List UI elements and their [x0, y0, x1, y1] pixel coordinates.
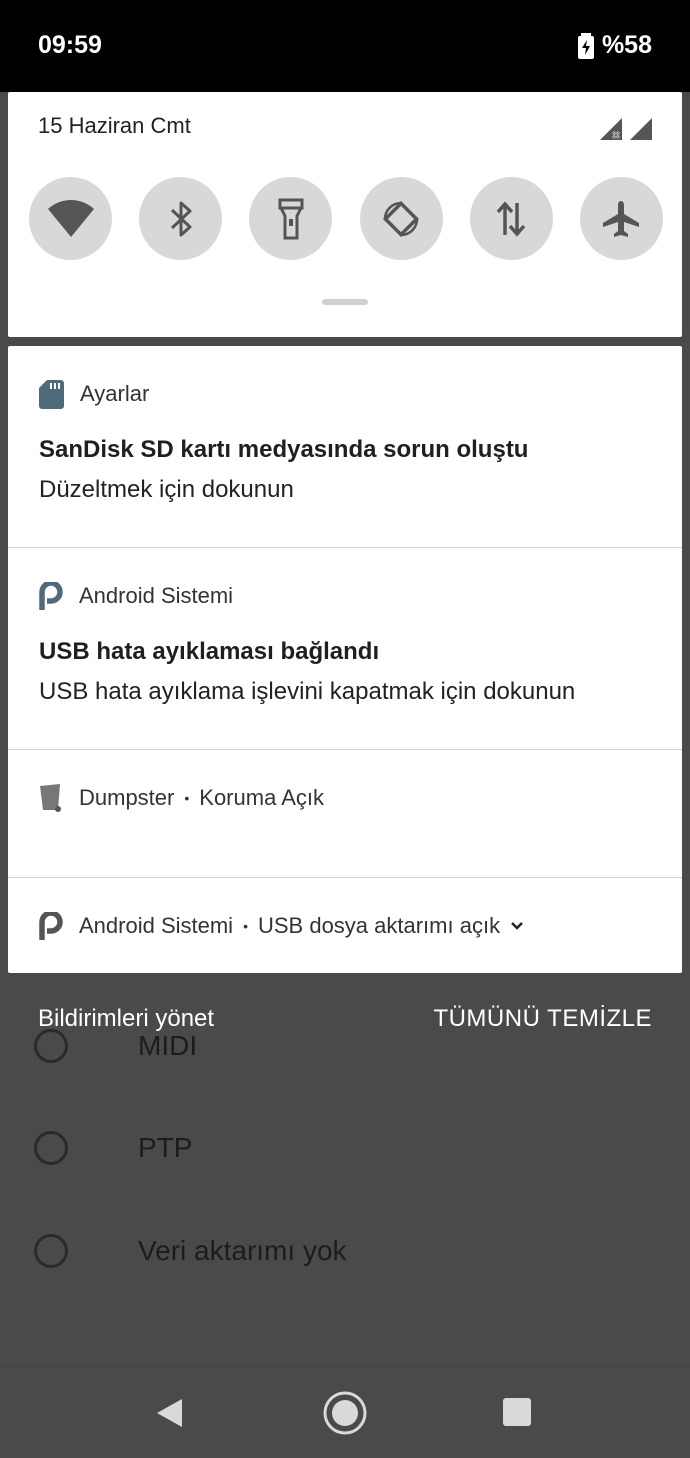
notification-usb-file-transfer[interactable]: Android Sistemi • USB dosya aktarımı açı… — [8, 878, 682, 973]
airplane-icon — [603, 200, 640, 237]
notification-footer: Bildirimleri yönet TÜMÜNÜ TEMİZLE — [38, 1005, 652, 1039]
notification-title: SanDisk SD kartı medyasında sorun oluştu — [39, 436, 529, 463]
chevron-down-icon[interactable] — [510, 921, 524, 931]
notification-subtext: USB dosya aktarımı açık — [257, 913, 501, 938]
wifi-tile[interactable] — [29, 177, 112, 260]
option-ptp[interactable]: PTP — [34, 1131, 192, 1165]
android-p-icon — [39, 582, 63, 610]
android-p-icon — [39, 912, 63, 940]
radio-button[interactable] — [34, 1131, 68, 1165]
battery-charging-icon — [577, 32, 594, 59]
option-label: PTP — [138, 1132, 193, 1163]
auto-rotate-tile[interactable] — [359, 177, 443, 260]
radio-button[interactable] — [34, 1234, 68, 1268]
navigation-bar — [0, 1366, 690, 1458]
flashlight-tile[interactable] — [249, 177, 333, 260]
notification-subtext: Koruma Açık — [199, 784, 324, 810]
notification-sd-card[interactable]: Ayarlar SanDisk SD kartı medyasında soru… — [8, 346, 682, 548]
status-bar: 09:59 %58 — [0, 0, 690, 92]
sd-card-icon — [39, 379, 64, 409]
signal-indicators — [598, 116, 652, 140]
notification-dumpster[interactable]: Dumpster • Koruma Açık — [8, 750, 682, 878]
bluetooth-tile[interactable] — [139, 177, 223, 260]
date-label: 15 Haziran Cmt — [38, 113, 191, 138]
battery-indicator: %58 — [577, 31, 652, 60]
airplane-mode-tile[interactable] — [579, 177, 663, 260]
mobile-data-icon — [496, 200, 526, 237]
app-name: Android Sistemi — [79, 583, 234, 608]
back-icon[interactable] — [154, 1397, 186, 1429]
app-name: Ayarlar — [80, 381, 150, 406]
clear-all-button[interactable]: TÜMÜNÜ TEMİZLE — [433, 1005, 652, 1033]
recents-icon[interactable] — [503, 1398, 531, 1426]
quick-settings-panel: 15 Haziran Cmt — [8, 92, 682, 337]
flashlight-icon — [278, 198, 304, 239]
notification-text: USB hata ayıklama işlevini kapatmak için… — [39, 678, 576, 705]
quick-settings-tiles — [29, 177, 663, 260]
expand-handle[interactable] — [322, 299, 368, 305]
option-no-data-transfer[interactable]: Veri aktarımı yok — [34, 1234, 347, 1268]
mobile-data-tile[interactable] — [469, 177, 553, 260]
home-icon[interactable] — [322, 1390, 368, 1436]
option-label: Veri aktarımı yok — [138, 1235, 347, 1266]
notification-list: Ayarlar SanDisk SD kartı medyasında soru… — [8, 346, 682, 973]
clock: 09:59 — [38, 31, 102, 59]
notification-usb-debugging[interactable]: Android Sistemi USB hata ayıklaması bağl… — [8, 548, 682, 750]
bluetooth-icon — [170, 201, 192, 236]
wifi-icon — [47, 199, 94, 237]
trash-icon — [40, 783, 61, 812]
notification-title: USB hata ayıklaması bağlandı — [39, 638, 380, 665]
separator-dot: • — [243, 918, 248, 934]
app-name: Dumpster — [79, 784, 175, 810]
no-sim-signal-icon — [600, 118, 622, 140]
separator-dot: • — [184, 789, 190, 806]
manage-notifications-button[interactable]: Bildirimleri yönet — [38, 1005, 214, 1033]
notification-text: Düzeltmek için dokunun — [39, 476, 294, 503]
app-name: Android Sistemi — [79, 913, 234, 938]
signal-icon — [630, 118, 652, 140]
battery-percent: %58 — [601, 31, 652, 59]
auto-rotate-icon — [383, 200, 420, 237]
